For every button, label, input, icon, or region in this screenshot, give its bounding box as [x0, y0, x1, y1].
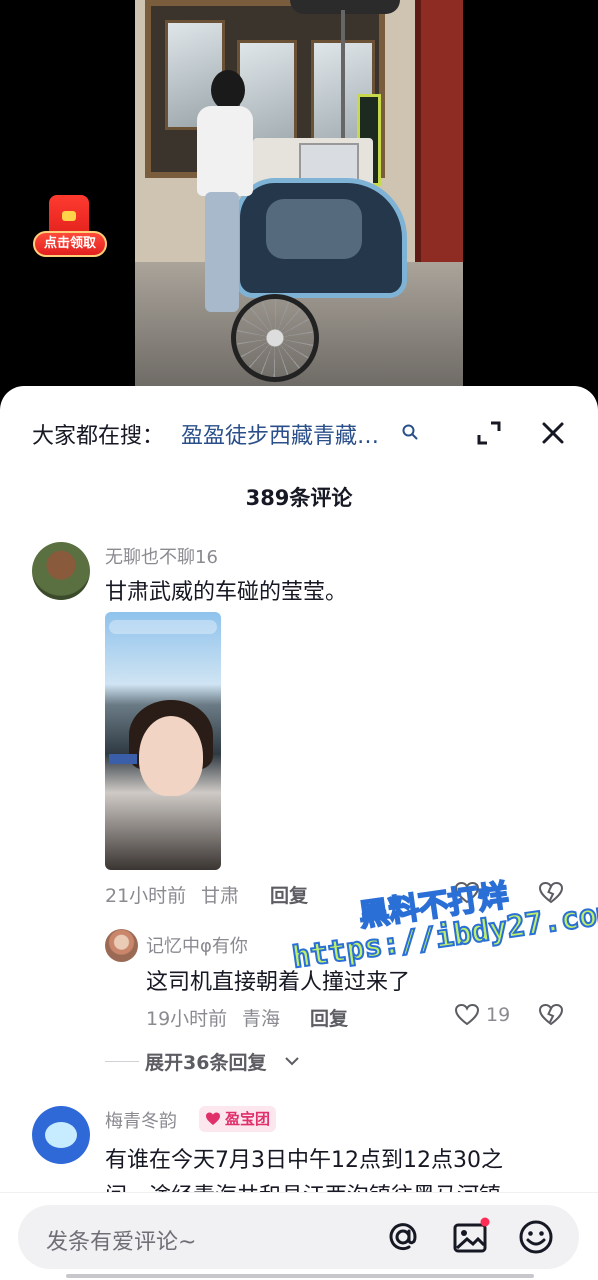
comment-image[interactable]	[105, 612, 221, 870]
diamond-heart-icon	[206, 1112, 220, 1125]
heart-icon[interactable]	[454, 1002, 480, 1028]
image-face	[139, 716, 203, 796]
image-topbar	[109, 620, 217, 634]
expand-replies-button[interactable]: 展开36条回复	[145, 1048, 266, 1075]
person-torso	[197, 106, 253, 196]
red-door	[415, 0, 463, 300]
person-head	[211, 70, 245, 110]
broken-heart-icon[interactable]	[538, 1002, 564, 1028]
reply-text: 这司机直接朝着人撞过来了	[146, 970, 411, 995]
cargo-box	[299, 143, 359, 183]
red-packet-button[interactable]: 点击领取	[33, 195, 107, 261]
search-term-link[interactable]: 盈盈徒步西藏青藏…	[181, 418, 395, 450]
video-player[interactable]: 点击领取	[0, 0, 598, 400]
comment-time: 21小时前	[105, 885, 187, 907]
emoji-icon[interactable]	[516, 1217, 556, 1257]
person-legs	[205, 192, 239, 312]
trailer	[235, 178, 407, 298]
umbrella	[290, 0, 400, 14]
red-packet-label: 点击领取	[33, 231, 107, 257]
search-icon[interactable]	[401, 423, 419, 441]
comment-input-bar: 发条有爱评论~	[0, 1192, 598, 1280]
at-mention-icon[interactable]	[383, 1217, 423, 1257]
home-indicator	[66, 1274, 534, 1278]
comment-sheet: 大家都在搜： 盈盈徒步西藏青藏… 389条评论 无聊也不聊16 甘肃武威的车碰的…	[0, 386, 598, 1280]
image-license-plate	[109, 754, 137, 764]
comment-text: 甘肃武威的车碰的莹莹。	[105, 580, 348, 605]
image-icon[interactable]	[450, 1217, 490, 1257]
avatar[interactable]	[32, 1106, 90, 1164]
avatar[interactable]	[32, 542, 90, 600]
reply-button[interactable]: 回复	[270, 881, 308, 908]
reply-button[interactable]: 回复	[310, 1004, 348, 1031]
comment-username[interactable]: 无聊也不聊16	[105, 543, 218, 569]
bird-icon	[45, 1122, 77, 1148]
person	[197, 70, 253, 320]
broken-heart-icon[interactable]	[538, 880, 564, 906]
reply-location: 青海	[242, 1008, 281, 1030]
trailer-mesh	[266, 199, 362, 259]
avatar[interactable]	[105, 929, 138, 962]
comment-username[interactable]: 梅青冬韵	[105, 1107, 177, 1133]
divider	[105, 1061, 139, 1062]
comment-text-line: 有谁在今天7月3日中午12点到12点30之	[105, 1148, 503, 1173]
like-count: 19	[486, 1004, 511, 1026]
fan-badge-label: 盈宝团	[225, 1110, 271, 1128]
comment-input-placeholder[interactable]: 发条有爱评论~	[46, 1224, 196, 1256]
expand-icon[interactable]	[476, 420, 502, 446]
reply-time: 19小时前	[146, 1008, 228, 1030]
search-suggestion-row[interactable]: 大家都在搜： 盈盈徒步西藏青藏…	[0, 386, 598, 482]
chevron-down-icon[interactable]	[283, 1052, 301, 1070]
comment-count: 389条评论	[245, 486, 353, 510]
close-icon[interactable]	[540, 420, 566, 446]
heart-icon[interactable]	[454, 880, 480, 906]
video-frame[interactable]	[135, 0, 463, 386]
comment-location: 甘肃	[201, 885, 240, 907]
search-prefix: 大家都在搜：	[32, 424, 165, 449]
fan-badge[interactable]: 盈宝团	[199, 1106, 277, 1132]
reply-username[interactable]: 记忆中φ有你	[146, 932, 248, 958]
